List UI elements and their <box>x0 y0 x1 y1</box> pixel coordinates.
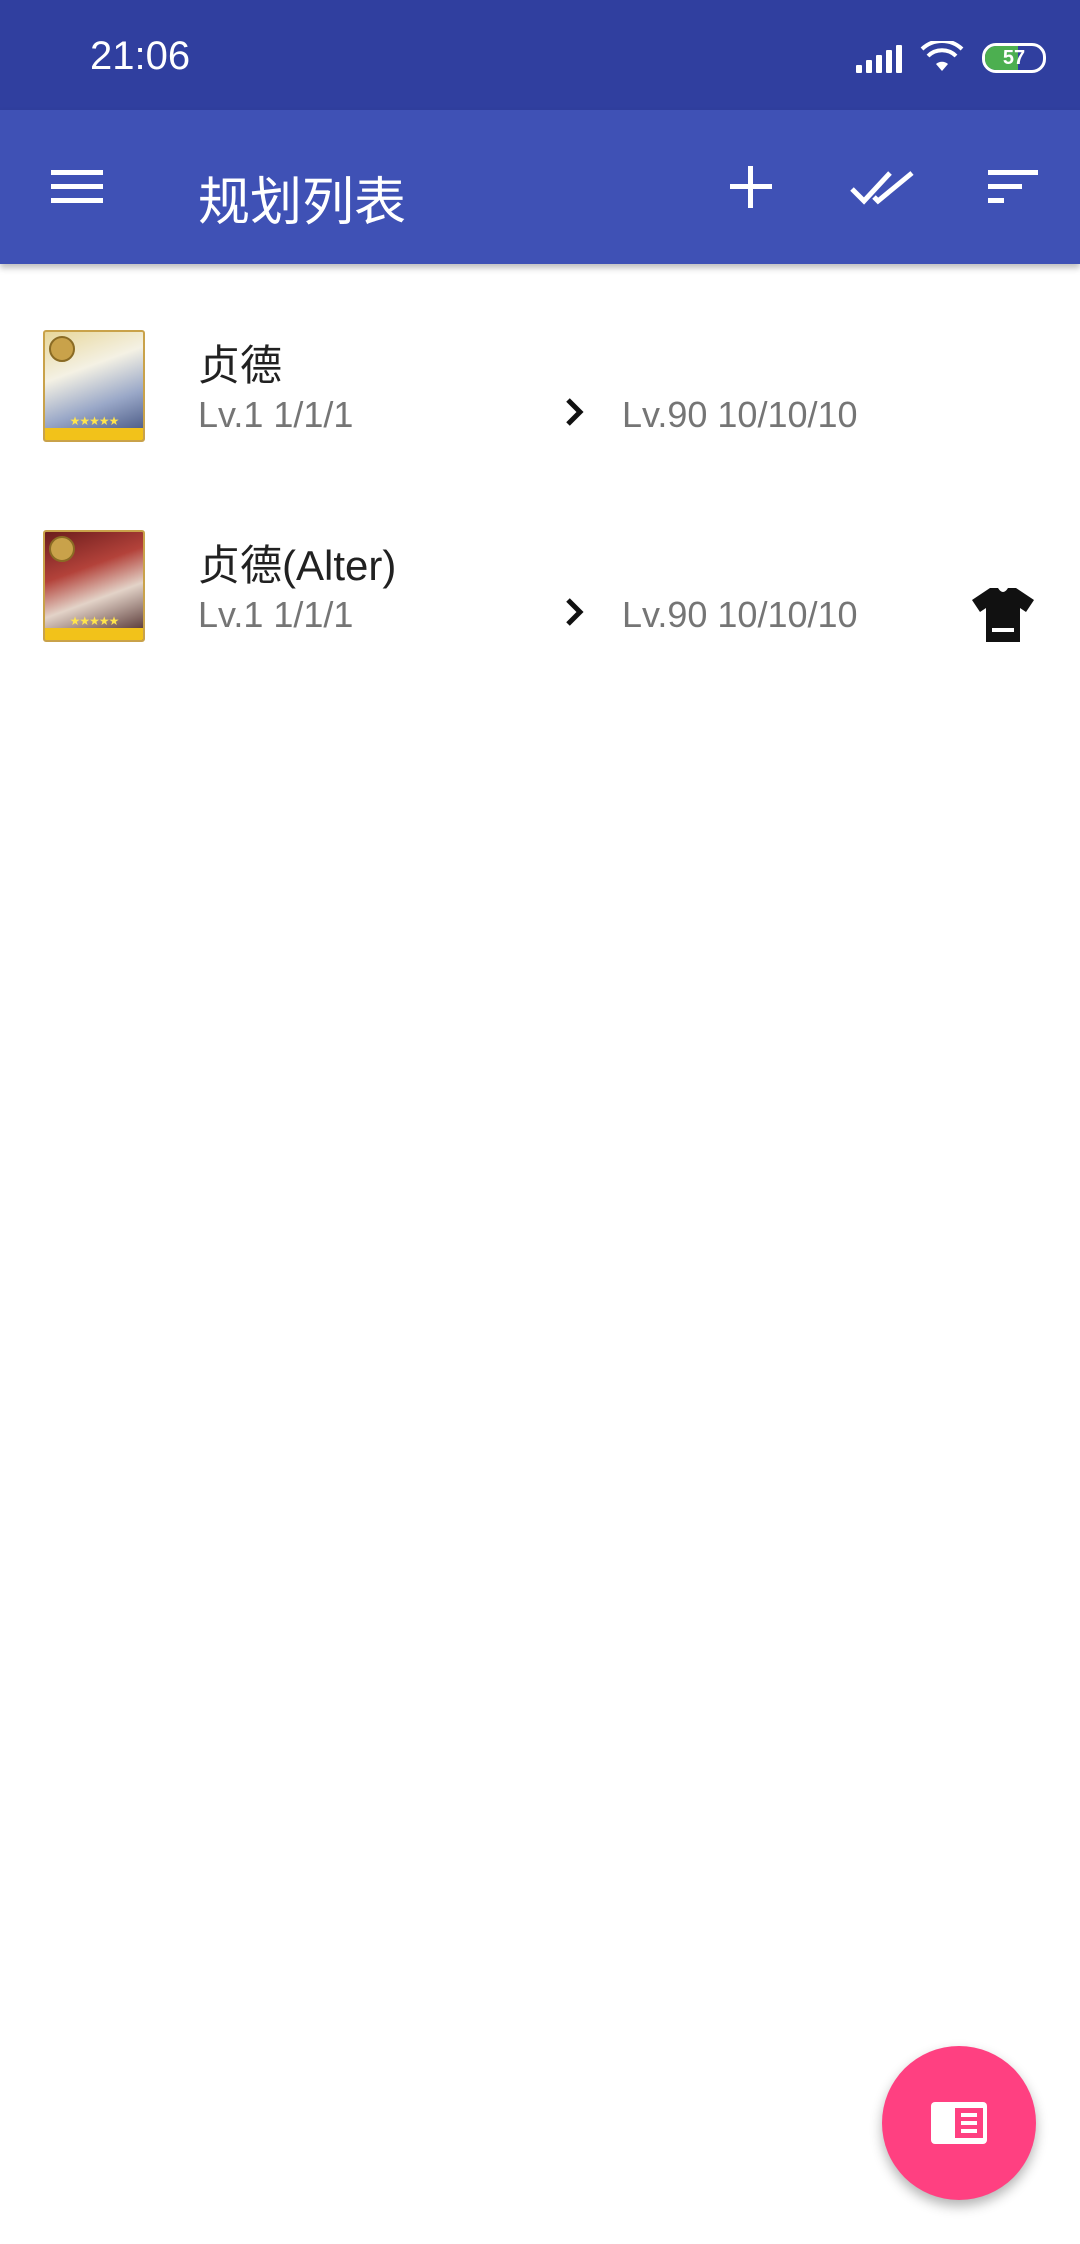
select-all-button[interactable] <box>848 152 918 222</box>
class-crest-icon <box>49 536 75 562</box>
to-level: Lv.90 10/10/10 <box>622 394 858 435</box>
menu-icon <box>51 170 103 203</box>
list-view-icon <box>931 2102 987 2144</box>
chevron-right-icon <box>566 398 584 426</box>
rarity-stars: ★★★★★ <box>69 614 120 628</box>
avatar-band <box>45 428 143 440</box>
chevron-right-icon <box>566 598 584 626</box>
battery-icon: 57 <box>982 43 1046 73</box>
menu-button[interactable] <box>42 152 112 222</box>
signal-icon <box>856 43 902 73</box>
status-time: 21:06 <box>90 34 191 78</box>
to-level: Lv.90 10/10/10 <box>622 594 858 635</box>
add-button[interactable] <box>716 152 786 222</box>
add-icon <box>730 166 772 208</box>
status-icons: 57 <box>856 38 1046 78</box>
list-item[interactable]: ★★★★★ 贞德 Lv.1 1/1/1 Lv.90 10/10/10 <box>0 264 1080 464</box>
class-crest-icon <box>49 336 75 362</box>
wifi-icon <box>920 41 964 71</box>
status-bar: 21:06 57 <box>0 0 1080 110</box>
servant-name: 贞德(Alter) <box>198 542 397 589</box>
page-title: 规划列表 <box>198 174 407 232</box>
from-level: Lv.1 1/1/1 <box>198 594 354 635</box>
servant-plan-list: ★★★★★ 贞德 Lv.1 1/1/1 Lv.90 10/10/10 ★★★★★… <box>0 264 1080 664</box>
costume-shirt-icon[interactable] <box>970 584 1036 646</box>
sort-icon <box>988 170 1038 203</box>
list-item[interactable]: ★★★★★ 贞德(Alter) Lv.1 1/1/1 Lv.90 10/10/1… <box>0 464 1080 664</box>
app-bar: 规划列表 <box>0 110 1080 264</box>
rarity-stars: ★★★★★ <box>69 414 120 428</box>
fab-button[interactable] <box>882 2046 1036 2200</box>
avatar-band <box>45 628 143 640</box>
servant-avatar: ★★★★★ <box>43 530 145 642</box>
battery-level: 57 <box>1002 46 1026 69</box>
servant-name: 贞德 <box>198 342 283 389</box>
select-all-icon <box>850 171 914 205</box>
from-level: Lv.1 1/1/1 <box>198 394 354 435</box>
servant-avatar: ★★★★★ <box>43 330 145 442</box>
sort-button[interactable] <box>978 152 1048 222</box>
